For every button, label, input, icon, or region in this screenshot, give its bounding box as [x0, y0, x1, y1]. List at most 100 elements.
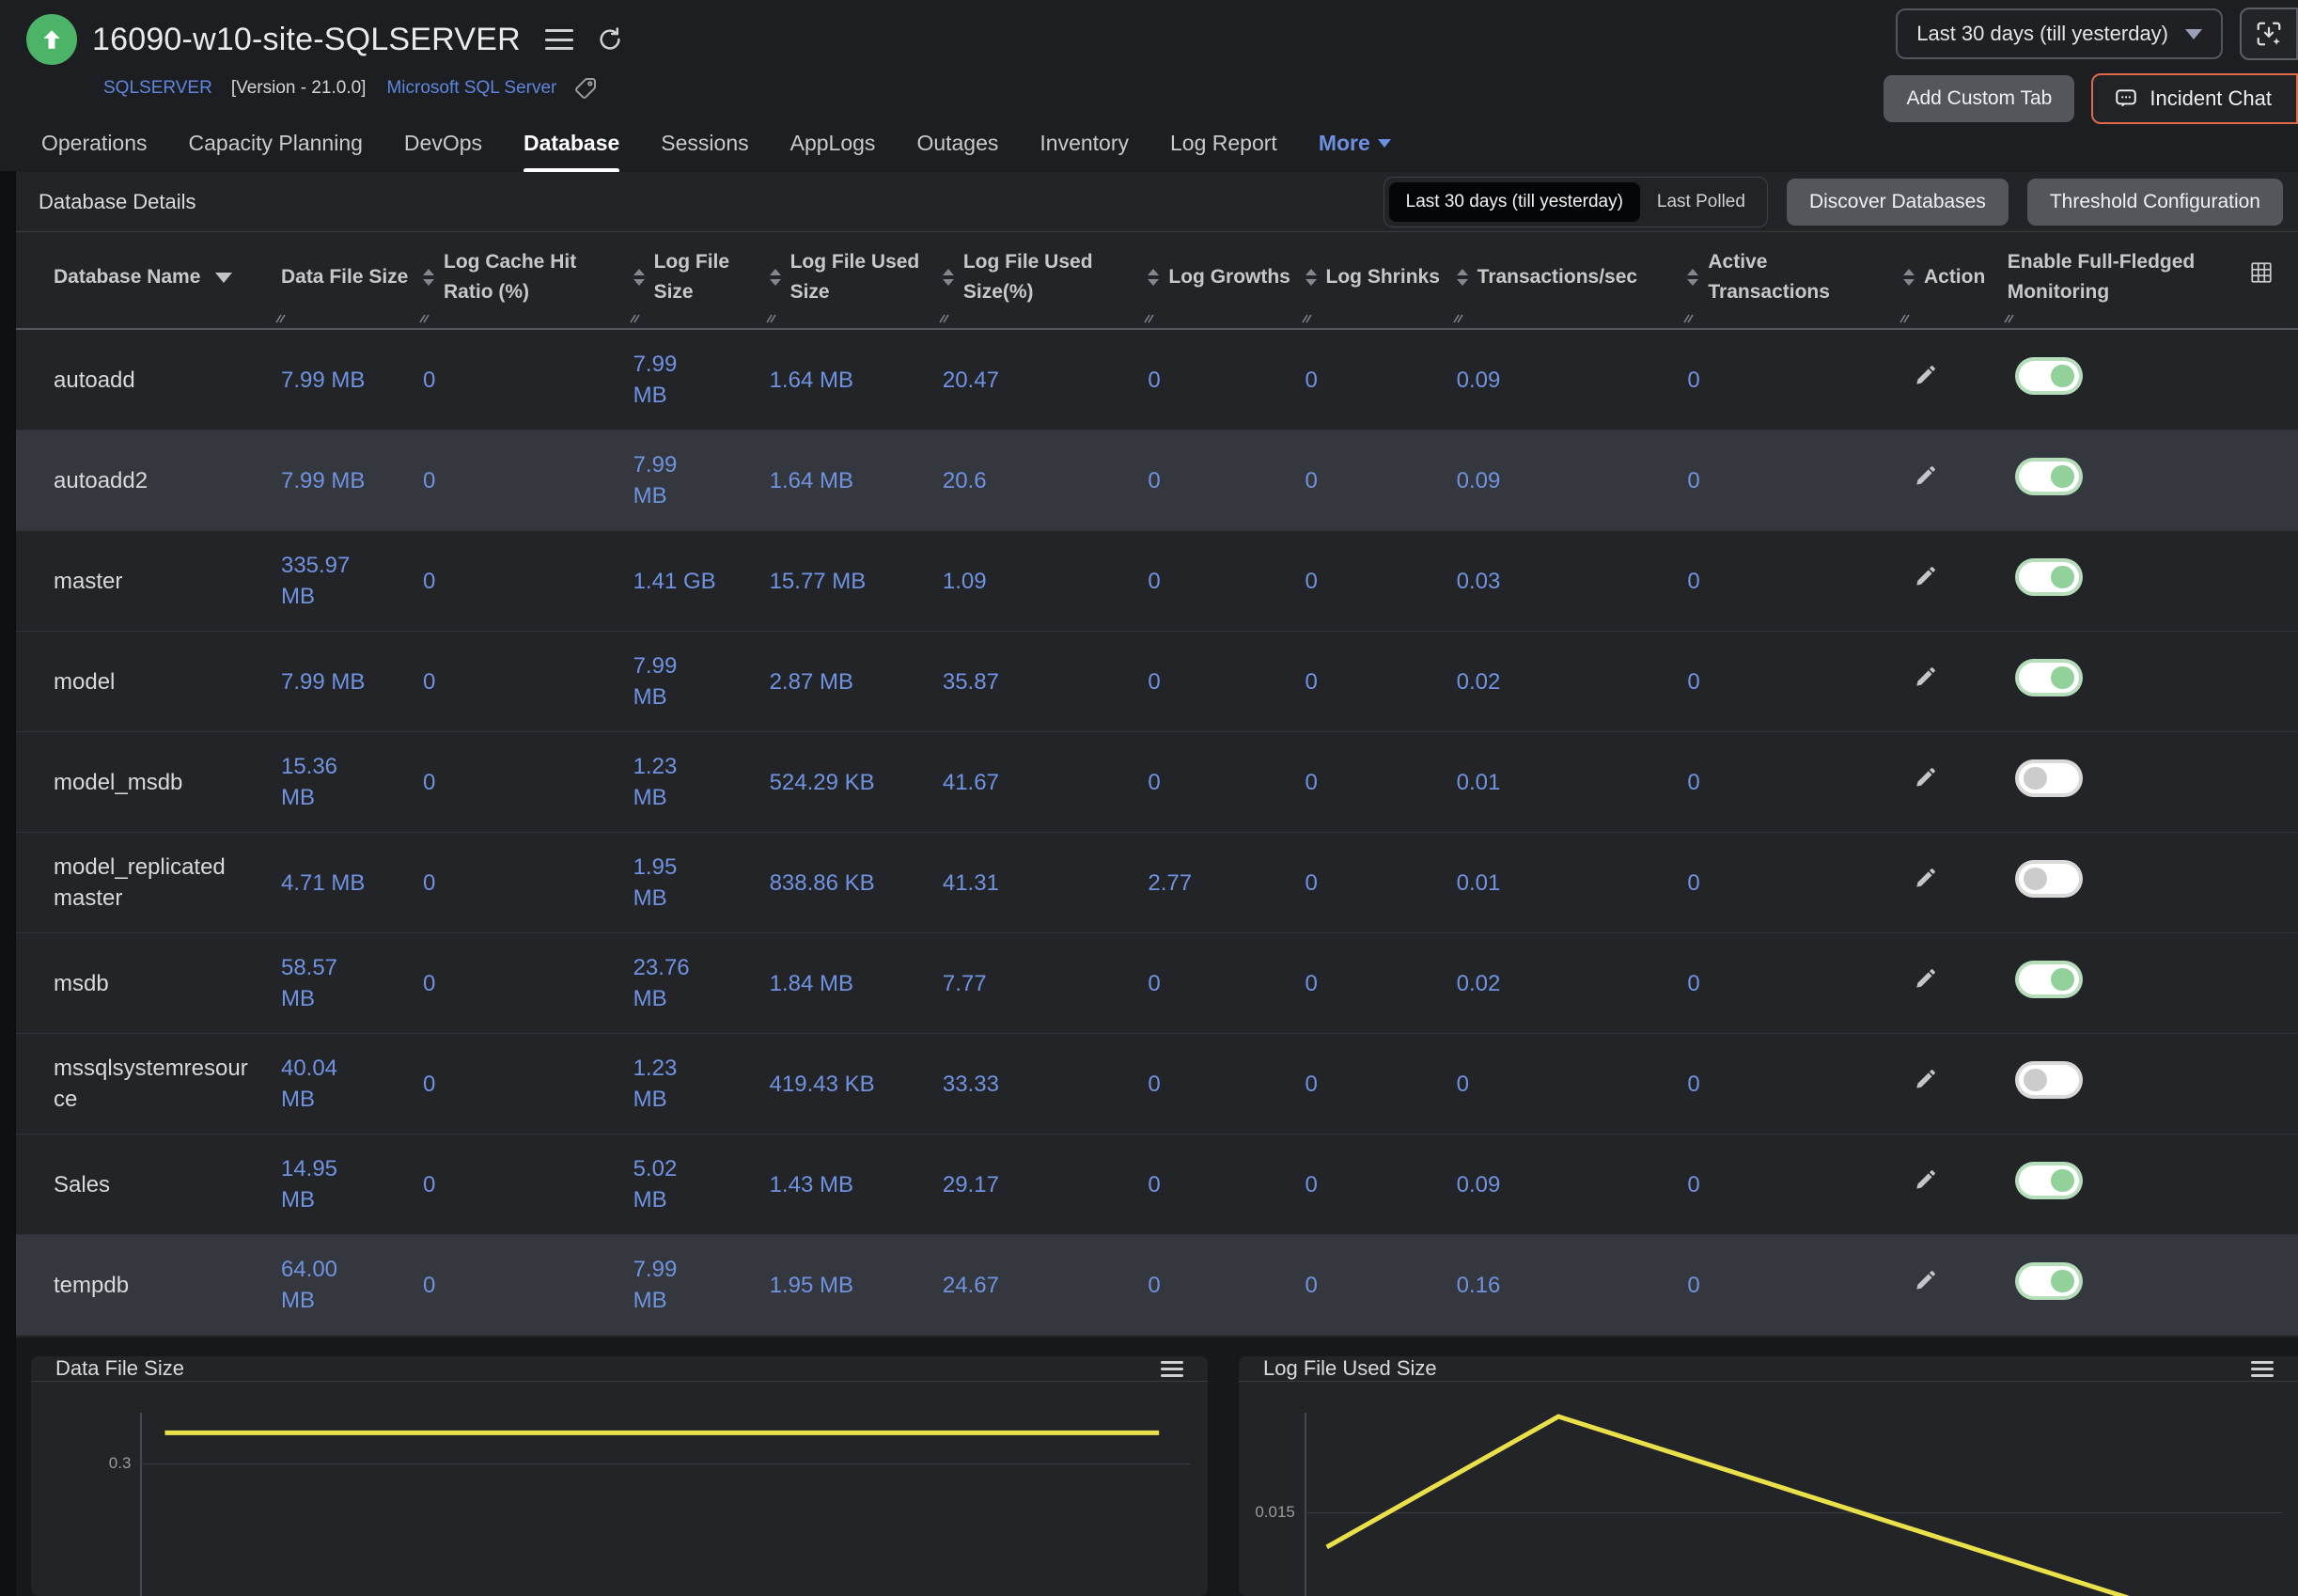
log-shrinks-value[interactable]: 0	[1305, 968, 1318, 999]
active-transactions-value[interactable]: 0	[1687, 566, 1699, 597]
log-cache-hit-value[interactable]: 0	[423, 1169, 435, 1200]
tab-inventory[interactable]: Inventory	[1040, 131, 1129, 173]
log-growths-value[interactable]: 0	[1148, 365, 1160, 396]
active-transactions-value[interactable]: 0	[1687, 1169, 1699, 1200]
log-file-used-pct-value[interactable]: 35.87	[943, 666, 999, 697]
data-file-size-value[interactable]: 14.95 MB	[281, 1153, 371, 1215]
range-option-selected[interactable]: Last 30 days (till yesterday)	[1389, 182, 1640, 222]
log-cache-hit-value[interactable]: 0	[423, 868, 435, 899]
log-cache-hit-value[interactable]: 0	[423, 968, 435, 999]
log-file-used-pct-value[interactable]: 29.17	[943, 1169, 999, 1200]
monitoring-toggle[interactable]	[2019, 964, 2079, 994]
log-file-size-value[interactable]: 23.76 MB	[633, 952, 717, 1014]
monitoring-toggle[interactable]	[2019, 864, 2079, 894]
chart-menu-icon[interactable]	[1161, 1361, 1183, 1377]
tab-devops[interactable]: DevOps	[404, 131, 482, 173]
log-file-size-value[interactable]: 5.02 MB	[633, 1153, 717, 1215]
table-row[interactable]: autoadd 7.99 MB 0 7.99 MB 1.64 MB 20.47 …	[16, 329, 2298, 430]
tab-log-report[interactable]: Log Report	[1170, 131, 1277, 173]
log-growths-value[interactable]: 2.77	[1148, 868, 1192, 899]
ai-assist-button[interactable]	[2240, 8, 2298, 60]
active-transactions-value[interactable]: 0	[1687, 465, 1699, 496]
transactions-per-sec-value[interactable]: 0.09	[1457, 1169, 1501, 1200]
active-transactions-value[interactable]: 0	[1687, 365, 1699, 396]
log-cache-hit-value[interactable]: 0	[423, 365, 435, 396]
edit-pencil-icon[interactable]	[1913, 1068, 1937, 1092]
column-header-log-growths[interactable]: Log Growths	[1148, 232, 1305, 329]
log-growths-value[interactable]: 0	[1148, 968, 1160, 999]
edit-pencil-icon[interactable]	[1913, 1269, 1937, 1293]
monitoring-toggle[interactable]	[2019, 763, 2079, 793]
column-resize-grip[interactable]	[1681, 311, 1695, 324]
monitoring-toggle[interactable]	[2019, 562, 2079, 592]
edit-pencil-icon[interactable]	[1913, 967, 1937, 992]
transactions-per-sec-value[interactable]: 0.02	[1457, 968, 1501, 999]
transactions-per-sec-value[interactable]: 0.09	[1457, 465, 1501, 496]
data-file-size-value[interactable]: 15.36 MB	[281, 751, 371, 813]
data-file-size-value[interactable]: 7.99 MB	[281, 465, 365, 496]
log-file-size-value[interactable]: 1.41 GB	[633, 566, 716, 597]
edit-pencil-icon[interactable]	[1913, 766, 1937, 790]
log-file-used-size-value[interactable]: 15.77 MB	[770, 566, 867, 597]
column-resize-grip[interactable]	[1300, 311, 1313, 324]
tab-database[interactable]: Database	[524, 131, 619, 173]
log-shrinks-value[interactable]: 0	[1305, 1069, 1318, 1100]
data-file-size-value[interactable]: 64.00 MB	[281, 1254, 371, 1316]
column-resize-grip[interactable]	[937, 311, 950, 324]
log-growths-value[interactable]: 0	[1148, 1069, 1160, 1100]
table-row[interactable]: mssqlsystemresource 40.04 MB 0 1.23 MB 4…	[16, 1034, 2298, 1134]
log-file-used-pct-value[interactable]: 1.09	[943, 566, 987, 597]
table-row[interactable]: model_msdb 15.36 MB 0 1.23 MB 524.29 KB …	[16, 732, 2298, 833]
column-header-log-shrinks[interactable]: Log Shrinks	[1305, 232, 1457, 329]
monitoring-toggle[interactable]	[2019, 1065, 2079, 1095]
data-file-size-value[interactable]: 335.97 MB	[281, 550, 371, 612]
menu-icon[interactable]	[545, 29, 573, 50]
log-file-size-value[interactable]: 1.23 MB	[633, 751, 717, 813]
log-cache-hit-value[interactable]: 0	[423, 465, 435, 496]
log-file-used-size-value[interactable]: 1.64 MB	[770, 365, 853, 396]
monitoring-toggle[interactable]	[2019, 462, 2079, 492]
chart-menu-icon[interactable]	[2251, 1361, 2274, 1377]
column-header-transactions-sec[interactable]: Transactions/sec	[1457, 232, 1688, 329]
log-shrinks-value[interactable]: 0	[1305, 465, 1318, 496]
log-file-used-size-value[interactable]: 1.64 MB	[770, 465, 853, 496]
log-file-used-size-value[interactable]: 524.29 KB	[770, 767, 875, 798]
tag-icon[interactable]	[573, 76, 598, 101]
log-file-used-size-value[interactable]: 1.84 MB	[770, 968, 853, 999]
log-file-used-size-value[interactable]: 1.43 MB	[770, 1169, 853, 1200]
column-resize-grip[interactable]	[1451, 311, 1464, 324]
table-row[interactable]: master 335.97 MB 0 1.41 GB 15.77 MB 1.09…	[16, 531, 2298, 632]
refresh-icon[interactable]	[596, 25, 624, 54]
log-shrinks-value[interactable]: 0	[1305, 666, 1318, 697]
log-growths-value[interactable]: 0	[1148, 1169, 1160, 1200]
monitoring-toggle[interactable]	[2019, 361, 2079, 391]
transactions-per-sec-value[interactable]: 0.02	[1457, 666, 1501, 697]
log-shrinks-value[interactable]: 0	[1305, 1169, 1318, 1200]
transactions-per-sec-value[interactable]: 0.01	[1457, 868, 1501, 899]
data-file-size-value[interactable]: 7.99 MB	[281, 666, 365, 697]
data-file-size-value[interactable]: 58.57 MB	[281, 952, 371, 1014]
transactions-per-sec-value[interactable]: 0.16	[1457, 1270, 1501, 1301]
active-transactions-value[interactable]: 0	[1687, 666, 1699, 697]
column-resize-grip[interactable]	[628, 311, 641, 324]
log-file-size-value[interactable]: 1.95 MB	[633, 852, 717, 914]
monitoring-toggle[interactable]	[2019, 663, 2079, 693]
column-chooser-icon[interactable]	[2249, 260, 2274, 285]
category-link[interactable]: Microsoft SQL Server	[386, 78, 556, 99]
log-growths-value[interactable]: 0	[1148, 767, 1160, 798]
edit-pencil-icon[interactable]	[1913, 1168, 1937, 1193]
active-transactions-value[interactable]: 0	[1687, 968, 1699, 999]
table-row[interactable]: tempdb 64.00 MB 0 7.99 MB 1.95 MB 24.67 …	[16, 1235, 2298, 1336]
log-cache-hit-value[interactable]: 0	[423, 1270, 435, 1301]
log-growths-value[interactable]: 0	[1148, 566, 1160, 597]
log-file-size-value[interactable]: 7.99 MB	[633, 1254, 717, 1316]
log-cache-hit-value[interactable]: 0	[423, 666, 435, 697]
monitoring-toggle[interactable]	[2019, 1166, 2079, 1196]
data-file-size-value[interactable]: 4.71 MB	[281, 868, 365, 899]
column-header-active-transactions[interactable]: Active Transactions	[1687, 232, 1903, 329]
column-resize-grip[interactable]	[764, 311, 777, 324]
data-file-size-value[interactable]: 40.04 MB	[281, 1053, 371, 1115]
active-transactions-value[interactable]: 0	[1687, 767, 1699, 798]
log-file-used-size-value[interactable]: 1.95 MB	[770, 1270, 853, 1301]
edit-pencil-icon[interactable]	[1913, 464, 1937, 489]
